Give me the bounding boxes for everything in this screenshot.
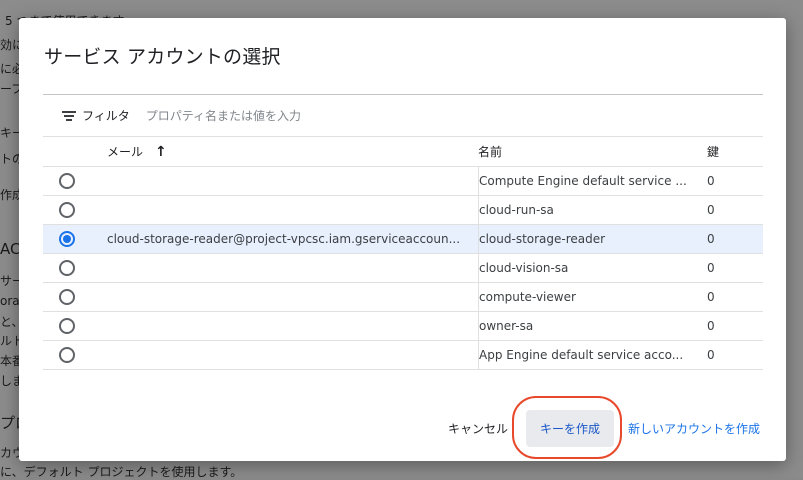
table-row[interactable]: App Engine default service acco... 0 (43, 341, 763, 370)
cancel-button[interactable]: キャンセル (438, 412, 518, 445)
row-keys: 0 (707, 203, 715, 217)
create-key-button[interactable]: キーを作成 (525, 410, 614, 447)
create-new-account-button[interactable]: 新しいアカウントを作成 (620, 412, 762, 445)
filter-bar: フィルタ (43, 95, 763, 137)
bg-text: に、デフォルト プロジェクトを使用します。 (0, 465, 243, 479)
bg-text: AC (0, 240, 21, 258)
row-name: cloud-run-sa (479, 203, 554, 217)
row-name: App Engine default service acco... (479, 348, 684, 362)
table-row[interactable]: cloud-run-sa 0 (43, 196, 763, 225)
table-row[interactable]: Compute Engine default service ... 0 (43, 167, 763, 196)
filter-icon[interactable] (62, 110, 76, 122)
row-keys: 0 (707, 174, 715, 188)
radio-button[interactable] (59, 289, 75, 305)
row-keys: 0 (707, 261, 715, 275)
row-name: Compute Engine default service ... (479, 174, 687, 188)
column-header-name[interactable]: 名前 (478, 143, 707, 160)
row-name: owner-sa (479, 319, 534, 333)
table-row[interactable]: cloud-vision-sa 0 (43, 254, 763, 283)
row-name: cloud-vision-sa (479, 261, 569, 275)
service-account-table: フィルタ メール ↑ 名前 鍵 Compute Engine default s… (43, 94, 763, 370)
table-header: メール ↑ 名前 鍵 (43, 137, 763, 167)
table-row[interactable]: owner-sa 0 (43, 312, 763, 341)
radio-button[interactable] (59, 260, 75, 276)
table-row-selected[interactable]: cloud-storage-reader@project-vpcsc.iam.g… (43, 225, 763, 254)
radio-button[interactable] (59, 347, 75, 363)
radio-button[interactable] (59, 318, 75, 334)
row-keys: 0 (707, 290, 715, 304)
row-name: compute-viewer (479, 290, 576, 304)
row-keys: 0 (707, 232, 715, 246)
row-keys: 0 (707, 348, 715, 362)
create-key-button-wrapper: キーを作成 (511, 396, 622, 459)
column-header-email[interactable]: メール ↑ (107, 143, 478, 160)
sort-ascending-icon[interactable]: ↑ (155, 145, 167, 159)
filter-label[interactable]: フィルタ (82, 107, 130, 124)
radio-button[interactable] (59, 202, 75, 218)
radio-button-selected[interactable] (59, 231, 75, 247)
dialog-title: サービス アカウントの選択 (44, 46, 281, 68)
table-row[interactable]: compute-viewer 0 (43, 283, 763, 312)
dialog-actions: キャンセル キーを作成 新しいアカウントを作成 (438, 396, 762, 459)
row-name: cloud-storage-reader (479, 232, 606, 246)
row-email: cloud-storage-reader@project-vpcsc.iam.g… (107, 232, 461, 246)
column-header-email-label: メール (107, 145, 144, 159)
column-header-keys[interactable]: 鍵 (707, 143, 763, 160)
radio-button[interactable] (59, 173, 75, 189)
row-keys: 0 (707, 319, 715, 333)
filter-input[interactable] (145, 108, 446, 123)
select-service-account-dialog: サービス アカウントの選択 フィルタ メール ↑ 名前 鍵 Compute En… (19, 18, 786, 461)
